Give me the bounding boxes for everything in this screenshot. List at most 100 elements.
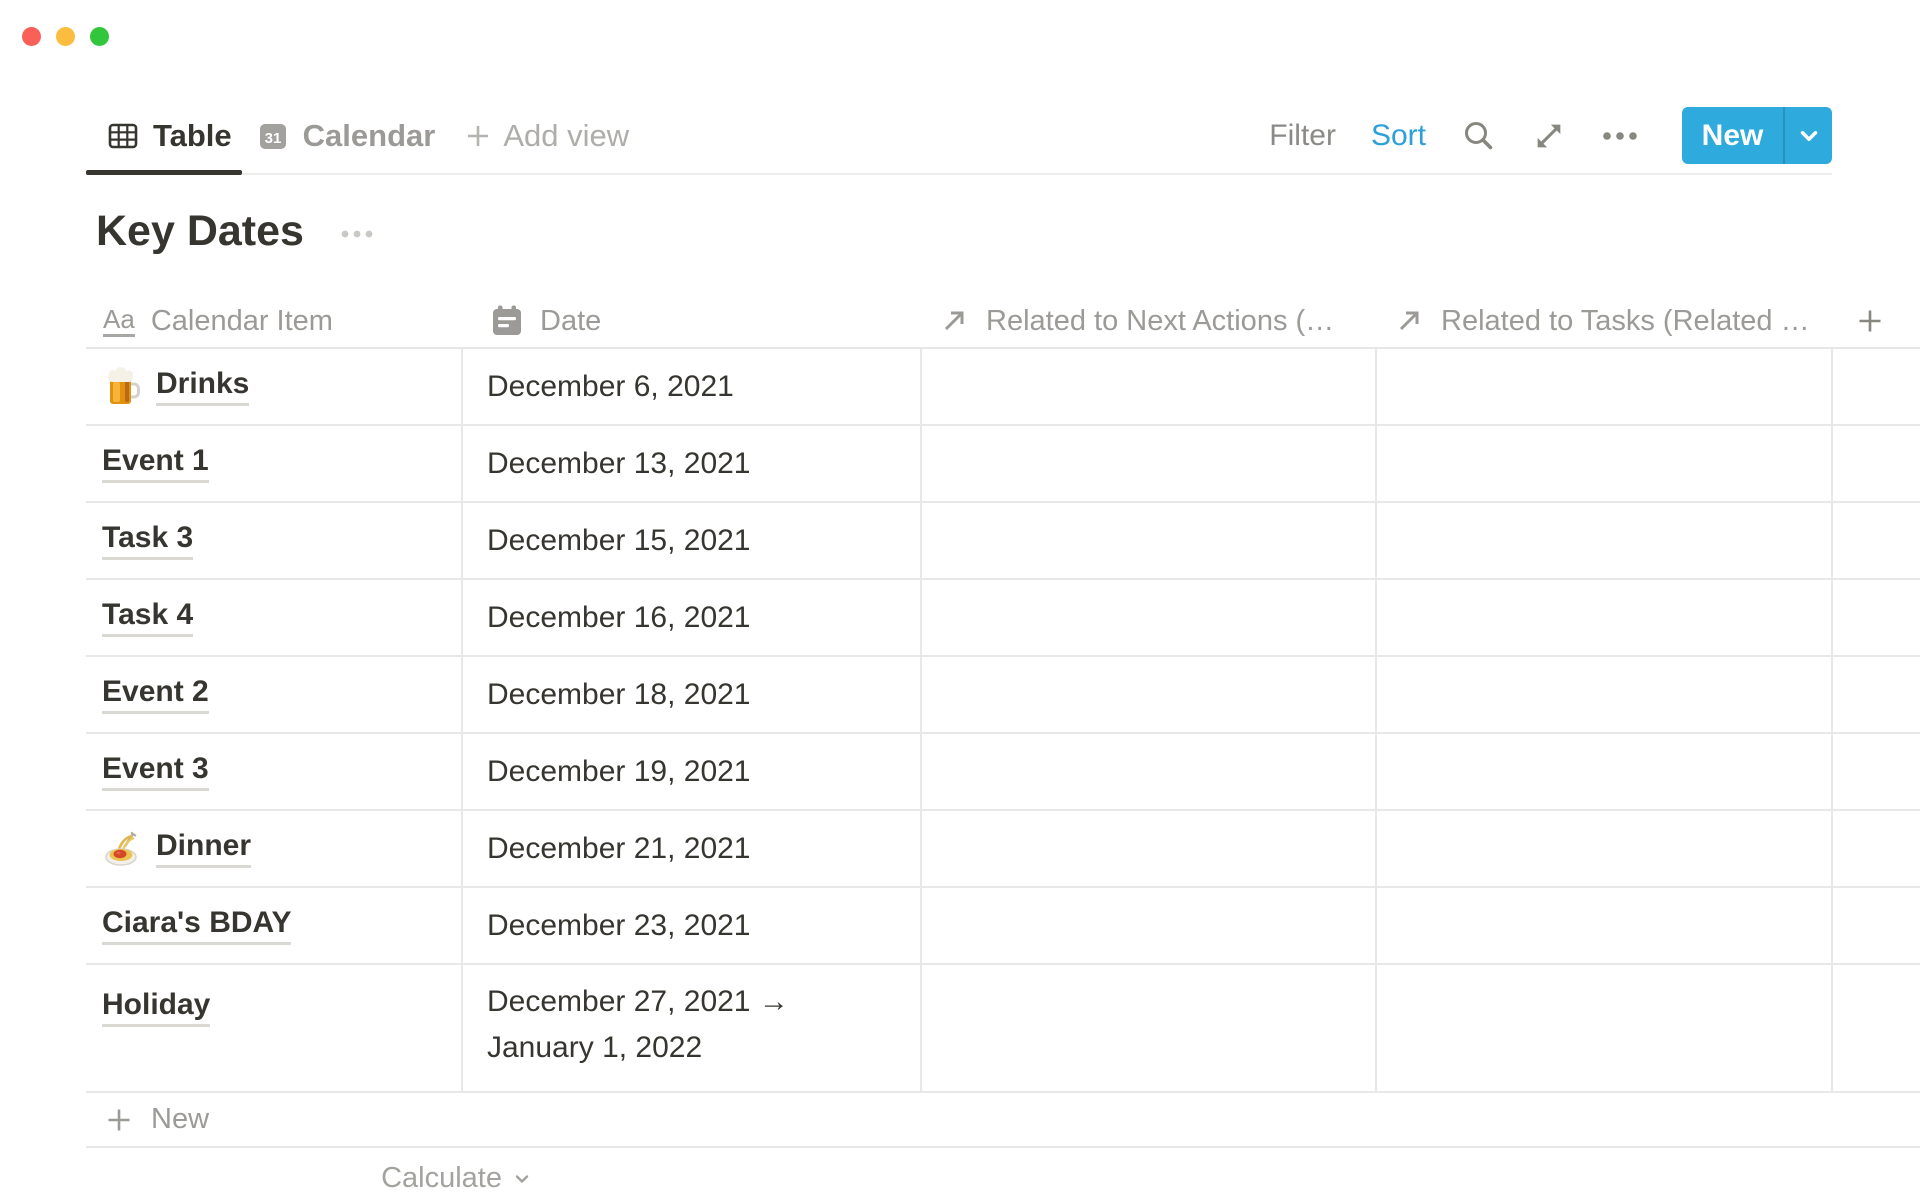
- page-link[interactable]: Task 3: [102, 521, 193, 560]
- row-filler: [1833, 811, 1920, 886]
- date-cell[interactable]: December 21, 2021: [463, 811, 922, 886]
- relation-cell-next-actions[interactable]: [922, 734, 1377, 809]
- new-button-group: New: [1682, 107, 1832, 164]
- add-column-button[interactable]: [1833, 295, 1920, 347]
- page-link[interactable]: Event 3: [102, 752, 209, 791]
- relation-cell-next-actions[interactable]: [922, 811, 1377, 886]
- column-label: Calendar Item: [151, 305, 333, 338]
- table-view-icon: [106, 119, 140, 153]
- relation-cell-tasks[interactable]: [1377, 426, 1833, 501]
- date-property-icon: [490, 303, 524, 339]
- relation-cell-next-actions[interactable]: [922, 349, 1377, 424]
- relation-cell-next-actions[interactable]: [922, 657, 1377, 732]
- column-label: Related to Next Actions (…: [986, 305, 1334, 338]
- page-link[interactable]: Event 2: [102, 675, 209, 714]
- tab-calendar[interactable]: 31 Calendar: [242, 98, 450, 173]
- calculate-button[interactable]: Calculate: [381, 1162, 502, 1195]
- date-value: December 27, 2021 →: [487, 979, 789, 1025]
- relation-cell-next-actions[interactable]: [922, 503, 1377, 578]
- title-cell[interactable]: Ciara's BDAY: [86, 888, 463, 963]
- minimize-window-button[interactable]: [56, 27, 75, 46]
- calculate-footer: Calculate: [86, 1148, 549, 1195]
- svg-text:31: 31: [264, 130, 281, 147]
- page-link[interactable]: Holiday: [102, 988, 210, 1027]
- view-tabs: Table 31 Calendar Add view: [86, 98, 643, 173]
- page-link[interactable]: Ciara's BDAY: [102, 906, 291, 945]
- table-row: Drinks December 6, 2021: [86, 349, 1920, 426]
- toolbar-actions: Filter Sort: [1269, 107, 1832, 164]
- column-header-date[interactable]: Date: [463, 295, 922, 347]
- new-row-button[interactable]: New: [86, 1093, 1920, 1148]
- date-cell[interactable]: December 13, 2021: [463, 426, 922, 501]
- table-row: Ciara's BDAY December 23, 2021: [86, 888, 1920, 965]
- title-cell[interactable]: Task 3: [86, 503, 463, 578]
- date-cell[interactable]: December 16, 2021: [463, 580, 922, 655]
- expand-icon[interactable]: [1532, 119, 1566, 153]
- date-value-end: January 1, 2022: [487, 1025, 789, 1071]
- page-link[interactable]: Event 1: [102, 444, 209, 483]
- relation-cell-next-actions[interactable]: [922, 426, 1377, 501]
- relation-icon: [938, 305, 970, 337]
- date-cell[interactable]: December 23, 2021: [463, 888, 922, 963]
- table-row: Dinner December 21, 2021: [86, 811, 1920, 888]
- more-options-icon[interactable]: [1601, 130, 1639, 142]
- relation-cell-next-actions[interactable]: [922, 580, 1377, 655]
- beer-mug-emoji: [102, 367, 142, 407]
- date-value: December 15, 2021: [487, 518, 751, 564]
- chevron-down-icon: [511, 1168, 533, 1190]
- zoom-window-button[interactable]: [90, 27, 109, 46]
- calendar-view-icon: 31: [256, 119, 290, 153]
- relation-cell-tasks[interactable]: [1377, 734, 1833, 809]
- date-value: December 21, 2021: [487, 826, 751, 872]
- date-cell[interactable]: December 27, 2021 → January 1, 2022: [463, 965, 922, 1091]
- plus-icon: [104, 1105, 134, 1135]
- table-row: Event 2 December 18, 2021: [86, 657, 1920, 734]
- new-dropdown-button[interactable]: [1783, 107, 1832, 164]
- page-link[interactable]: Task 4: [102, 598, 193, 637]
- page-link[interactable]: Dinner: [156, 829, 251, 868]
- relation-cell-next-actions[interactable]: [922, 888, 1377, 963]
- row-filler: [1833, 965, 1920, 1091]
- notion-window: Table 31 Calendar Add view: [0, 0, 1920, 1200]
- tab-table-label: Table: [153, 118, 232, 154]
- page-title[interactable]: Key Dates: [96, 205, 304, 257]
- date-cell[interactable]: December 15, 2021: [463, 503, 922, 578]
- chevron-down-icon: [1796, 123, 1822, 149]
- search-icon[interactable]: [1461, 118, 1497, 154]
- relation-cell-tasks[interactable]: [1377, 888, 1833, 963]
- title-cell[interactable]: Event 1: [86, 426, 463, 501]
- row-filler: [1833, 657, 1920, 732]
- relation-cell-tasks[interactable]: [1377, 657, 1833, 732]
- date-value: December 13, 2021: [487, 441, 751, 487]
- relation-cell-tasks[interactable]: [1377, 349, 1833, 424]
- relation-cell-tasks[interactable]: [1377, 965, 1833, 1091]
- relation-cell-tasks[interactable]: [1377, 580, 1833, 655]
- sort-button[interactable]: Sort: [1371, 119, 1426, 153]
- page-link[interactable]: Drinks: [156, 367, 249, 406]
- title-cell[interactable]: Event 2: [86, 657, 463, 732]
- column-header-calendar-item[interactable]: Aa Calendar Item: [86, 295, 463, 347]
- tab-table[interactable]: Table: [86, 98, 242, 173]
- filter-button[interactable]: Filter: [1269, 119, 1336, 153]
- relation-cell-tasks[interactable]: [1377, 503, 1833, 578]
- new-button[interactable]: New: [1682, 107, 1783, 164]
- add-view-button[interactable]: Add view: [449, 98, 643, 173]
- title-cell[interactable]: Dinner: [86, 811, 463, 886]
- row-filler: [1833, 503, 1920, 578]
- title-cell[interactable]: Task 4: [86, 580, 463, 655]
- title-cell[interactable]: Drinks: [86, 349, 463, 424]
- title-cell[interactable]: Event 3: [86, 734, 463, 809]
- title-cell[interactable]: Holiday: [86, 965, 463, 1091]
- column-header-related-tasks[interactable]: Related to Tasks (Related …: [1377, 295, 1833, 347]
- date-cell[interactable]: December 18, 2021: [463, 657, 922, 732]
- page-options-icon[interactable]: [340, 228, 374, 240]
- close-window-button[interactable]: [22, 27, 41, 46]
- date-cell[interactable]: December 19, 2021: [463, 734, 922, 809]
- column-header-related-next-actions[interactable]: Related to Next Actions (…: [922, 295, 1377, 347]
- date-cell[interactable]: December 6, 2021: [463, 349, 922, 424]
- relation-cell-next-actions[interactable]: [922, 965, 1377, 1091]
- table-body: Drinks December 6, 2021 Event 1 December…: [86, 349, 1920, 1093]
- table-row: Task 4 December 16, 2021: [86, 580, 1920, 657]
- window-controls: [22, 27, 109, 46]
- relation-cell-tasks[interactable]: [1377, 811, 1833, 886]
